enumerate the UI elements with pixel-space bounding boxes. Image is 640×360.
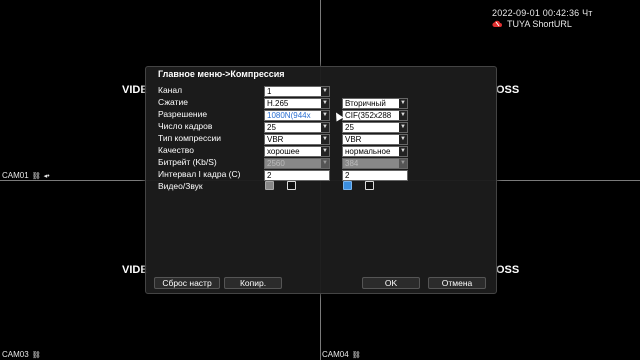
stream-type-value: Вторичный — [345, 99, 386, 108]
link-icon: ⛓ — [31, 351, 41, 359]
compression-select[interactable]: H.265 ▼ — [264, 98, 330, 109]
stream-type-select[interactable]: Вторичный ▼ — [342, 98, 408, 109]
label-fps: Число кадров — [158, 121, 213, 131]
chevron-down-icon: ▼ — [321, 147, 329, 156]
main-bitrate-type-value: VBR — [267, 135, 284, 144]
label-bitrate: Битрейт (Kb/S) — [158, 157, 217, 167]
main-fps-select[interactable]: 25 ▼ — [264, 122, 330, 133]
chevron-down-icon: ▼ — [321, 87, 329, 96]
compression-dialog: Главное меню->Компрессия Канал Сжатие Ра… — [145, 66, 497, 294]
reset-defaults-button[interactable]: Сброс настр — [154, 277, 220, 289]
main-bitrate-value: 2560 — [267, 159, 285, 168]
dialog-title: Главное меню->Компрессия — [158, 69, 285, 79]
link-icon: ⛓ — [31, 172, 41, 180]
copy-button[interactable]: Копир. — [224, 277, 282, 289]
channel-value: 1 — [267, 87, 272, 96]
extra-iframe-input[interactable]: 2 — [342, 170, 408, 181]
extra-bitrate-select[interactable]: 384 ▼ — [342, 158, 408, 169]
extra-audio-checkbox[interactable] — [365, 181, 374, 190]
chevron-down-icon: ▼ — [321, 99, 329, 108]
osd-clock: 2022-09-01 00:42:36 Чт — [492, 8, 593, 18]
main-resolution-value: 1080N(944x — [267, 111, 311, 120]
main-resolution-select[interactable]: 1080N(944x ▼ — [264, 110, 330, 121]
chevron-down-icon: ▼ — [399, 123, 407, 132]
osd-cloud-status: TUYA ShortURL — [492, 19, 572, 29]
main-quality-value: хорошее — [267, 147, 300, 156]
cam-label-1: CAM01 ⛓ ◂• — [2, 171, 50, 180]
chevron-down-icon: ▼ — [399, 99, 407, 108]
label-compression: Сжатие — [158, 97, 188, 107]
label-iframe: Интервал I кадра (С) — [158, 169, 241, 179]
chevron-down-icon: ▼ — [321, 159, 329, 168]
extra-video-checkbox[interactable] — [343, 181, 352, 190]
label-channel: Канал — [158, 85, 183, 95]
label-resolution: Разрешение — [158, 109, 208, 119]
cam-name: CAM04 — [322, 350, 349, 359]
cloud-label: TUYA ShortURL — [507, 19, 572, 29]
ok-button[interactable]: OK — [362, 277, 420, 289]
video-loss-ch3: VIDE — [122, 264, 148, 276]
label-bitrate-type: Тип компрессии — [158, 133, 221, 143]
video-loss-ch4: OSS — [496, 264, 520, 276]
cam-label-3: CAM03 ⛓ — [2, 350, 41, 359]
compression-value: H.265 — [267, 99, 289, 108]
label-quality: Качество — [158, 145, 194, 155]
extra-quality-select[interactable]: нормальное ▼ — [342, 146, 408, 157]
main-iframe-input[interactable]: 2 — [264, 170, 330, 181]
extra-bitrate-type-value: VBR — [345, 135, 362, 144]
cancel-button[interactable]: Отмена — [428, 277, 486, 289]
video-loss-ch1: VIDE — [122, 84, 148, 96]
chevron-down-icon: ▼ — [399, 111, 407, 120]
main-bitrate-select[interactable]: 2560 ▼ — [264, 158, 330, 169]
video-loss-ch2: OSS — [496, 84, 520, 96]
link-icon: ⛓ — [351, 351, 361, 359]
main-audio-checkbox[interactable] — [287, 181, 296, 190]
main-quality-select[interactable]: хорошее ▼ — [264, 146, 330, 157]
cloud-icon — [492, 20, 503, 28]
main-video-checkbox[interactable] — [265, 181, 274, 190]
chevron-down-icon: ▼ — [399, 135, 407, 144]
extra-resolution-value: CIF(352x288 — [345, 111, 392, 120]
extra-fps-select[interactable]: 25 ▼ — [342, 122, 408, 133]
audio-icon: ◂• — [43, 172, 50, 180]
main-bitrate-type-select[interactable]: VBR ▼ — [264, 134, 330, 145]
chevron-down-icon: ▼ — [399, 159, 407, 168]
extra-bitrate-type-select[interactable]: VBR ▼ — [342, 134, 408, 145]
label-video-audio: Видео/Звук — [158, 181, 203, 191]
cam-name: CAM01 — [2, 171, 29, 180]
main-fps-value: 25 — [267, 123, 276, 132]
cam-label-4: CAM04 ⛓ — [322, 350, 361, 359]
chevron-down-icon: ▼ — [399, 147, 407, 156]
extra-bitrate-value: 384 — [345, 159, 359, 168]
extra-resolution-select[interactable]: CIF(352x288 ▼ — [342, 110, 408, 121]
channel-select[interactable]: 1 ▼ — [264, 86, 330, 97]
extra-quality-value: нормальное — [345, 147, 391, 156]
chevron-down-icon: ▼ — [321, 111, 329, 120]
extra-fps-value: 25 — [345, 123, 354, 132]
cam-name: CAM03 — [2, 350, 29, 359]
chevron-down-icon: ▼ — [321, 135, 329, 144]
chevron-down-icon: ▼ — [321, 123, 329, 132]
